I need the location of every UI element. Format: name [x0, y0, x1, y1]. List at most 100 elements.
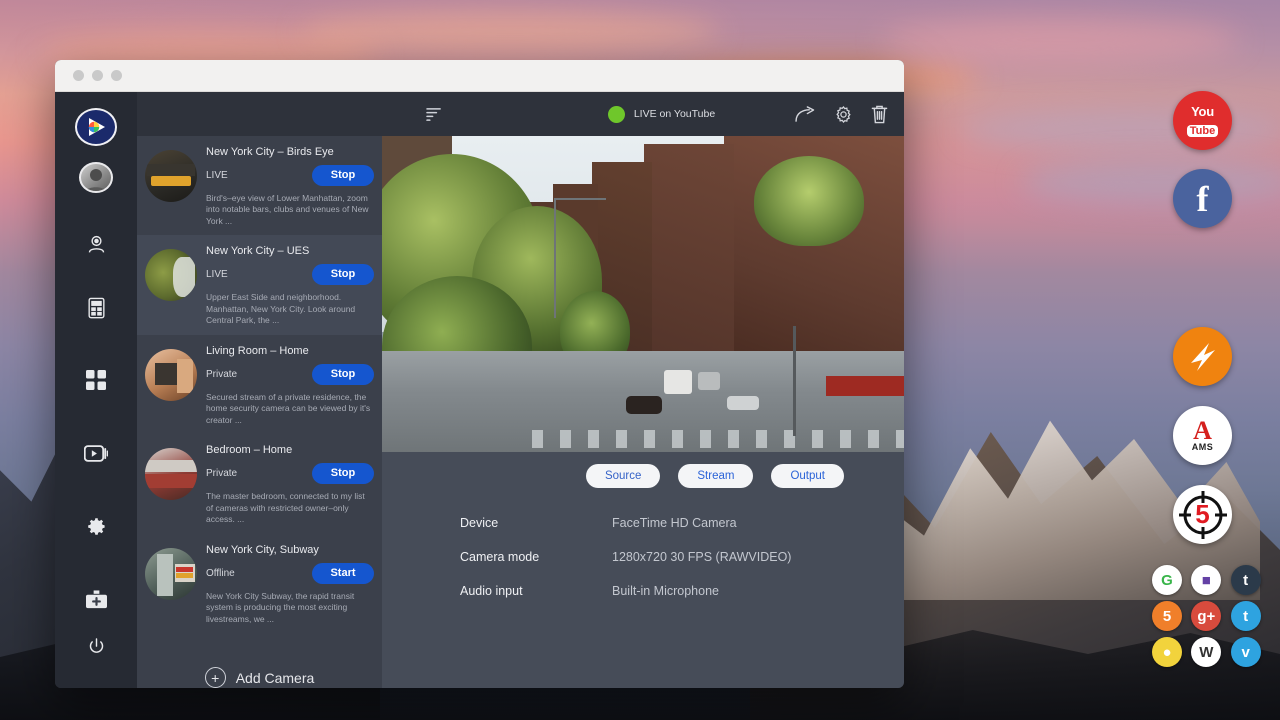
desktop-icon-wowza[interactable] — [1173, 327, 1232, 386]
camera-list-item[interactable]: New York City, Subway Offline Start New … — [137, 534, 382, 633]
mini-icon-twitch[interactable]: ■ — [1191, 565, 1221, 595]
main-panel: LIVE on YouTube — [382, 92, 904, 688]
mini-label-7: W — [1199, 644, 1213, 661]
camera-state: LIVE — [206, 170, 228, 181]
sidebar-item-settings[interactable] — [76, 509, 116, 545]
lightning-bolt-icon — [1183, 337, 1223, 377]
camera-info: New York City, Subway Offline Start New … — [206, 544, 374, 625]
mini-label-5: t — [1243, 608, 1248, 625]
settings-value[interactable]: FaceTime HD Camera — [612, 516, 737, 530]
camera-status-row: Private Stop — [206, 463, 374, 484]
add-camera-label: Add Camera — [236, 670, 315, 686]
desktop-icon-youtube[interactable]: You Tube — [1173, 91, 1232, 150]
preview-crosswalk — [532, 430, 904, 448]
settings-row: Camera mode 1280x720 30 FPS (RAWVIDEO) — [460, 550, 904, 564]
desktop: You Tube f A AMS 5 G ■ t 5 g+ t ● — [0, 0, 1280, 720]
camera-state: Private — [206, 369, 237, 380]
settings-label: Camera mode — [460, 550, 612, 564]
preview-car — [626, 396, 662, 414]
preview-car — [664, 370, 692, 394]
settings-value[interactable]: Built-in Microphone — [612, 584, 719, 598]
camera-state: Private — [206, 468, 237, 479]
add-box-icon — [85, 590, 108, 611]
camera-action-button[interactable]: Stop — [312, 264, 374, 285]
preview-car — [727, 396, 759, 410]
youtube-you-text: You — [1191, 104, 1214, 119]
mini-icon-snapchat[interactable]: ● — [1152, 637, 1182, 667]
camera-info: New York City – Birds Eye LIVE Stop Bird… — [206, 146, 374, 227]
mini-icon-tumblr[interactable]: t — [1231, 565, 1261, 595]
camera-action-button[interactable]: Start — [312, 563, 374, 584]
gear-icon[interactable] — [834, 105, 853, 124]
camera-list-column: New York City – Birds Eye LIVE Stop Bird… — [137, 92, 382, 688]
camera-description: Upper East Side and neighborhood. Manhat… — [206, 292, 374, 326]
camera-action-button[interactable]: Stop — [312, 463, 374, 484]
camera-list-item[interactable]: Bedroom – Home Private Stop The master b… — [137, 434, 382, 533]
camera-action-button[interactable]: Stop — [312, 165, 374, 186]
five-glyph: 5 — [1195, 499, 1209, 530]
sort-icon[interactable] — [426, 107, 443, 122]
play-logo-icon — [83, 114, 109, 140]
window-maximize-button[interactable] — [111, 70, 122, 81]
plus-circle-icon: + — [205, 667, 226, 688]
preview-building — [644, 144, 734, 359]
adobe-ams-label: AMS — [1192, 442, 1214, 452]
mini-label-8: v — [1241, 644, 1249, 661]
sidebar-item-logo[interactable] — [75, 108, 117, 146]
add-camera-button[interactable]: + Add Camera — [137, 633, 382, 688]
sidebar-item-profile[interactable] — [79, 162, 113, 193]
mini-icon-google-g[interactable]: G — [1152, 565, 1182, 595]
desktop-icon-facebook[interactable]: f — [1173, 169, 1232, 228]
settings-value[interactable]: 1280x720 30 FPS (RAWVIDEO) — [612, 550, 791, 564]
sidebar-item-plugins[interactable] — [76, 583, 116, 619]
camera-list-item[interactable]: New York City – UES LIVE Stop Upper East… — [137, 235, 382, 334]
camera-description: Secured stream of a private residence, t… — [206, 392, 374, 426]
gear-icon — [86, 516, 107, 537]
preview-car — [698, 372, 720, 390]
window-body: New York City – Birds Eye LIVE Stop Bird… — [55, 92, 904, 688]
sidebar-item-broadcasts[interactable] — [76, 435, 116, 471]
camera-list-item[interactable]: New York City – Birds Eye LIVE Stop Bird… — [137, 136, 382, 235]
camera-status-row: LIVE Stop — [206, 264, 374, 285]
avatar-icon — [81, 164, 111, 193]
camera-description: New York City Subway, the rapid transit … — [206, 591, 374, 625]
mini-icon-vimeo[interactable]: v — [1231, 637, 1261, 667]
tab-source[interactable]: Source — [586, 464, 660, 488]
desktop-icon-adobe-ams[interactable]: A AMS — [1173, 406, 1232, 465]
camera-title: New York City – UES — [206, 245, 374, 257]
video-preview[interactable] — [382, 136, 904, 452]
mini-icon-wordpress[interactable]: W — [1191, 637, 1221, 667]
settings-tabs: Source Stream Output — [382, 452, 904, 488]
camera-action-button[interactable]: Stop — [312, 364, 374, 385]
trash-icon[interactable] — [871, 105, 888, 124]
preview-street-lamp-arm — [554, 198, 606, 200]
mini-icon-five[interactable]: 5 — [1152, 601, 1182, 631]
mini-label-0: G — [1161, 572, 1173, 589]
share-icon[interactable] — [795, 106, 816, 123]
topbar-actions — [795, 105, 888, 124]
sidebar-item-dashboard[interactable] — [76, 362, 116, 398]
mini-label-3: 5 — [1163, 608, 1171, 625]
power-icon — [87, 637, 106, 656]
app-window: New York City – Birds Eye LIVE Stop Bird… — [55, 60, 904, 688]
tab-stream[interactable]: Stream — [678, 464, 753, 488]
camera-thumbnail — [145, 448, 197, 500]
window-close-button[interactable] — [73, 70, 84, 81]
tab-output[interactable]: Output — [771, 464, 844, 488]
camera-title: Living Room – Home — [206, 345, 374, 357]
desktop-icon-target-five[interactable]: 5 — [1173, 485, 1232, 544]
window-minimize-button[interactable] — [92, 70, 103, 81]
mini-label-2: t — [1243, 572, 1248, 589]
preview-awning — [826, 376, 904, 396]
preview-traffic-light — [793, 326, 796, 436]
settings-row: Audio input Built-in Microphone — [460, 584, 904, 598]
camera-list-item[interactable]: Living Room – Home Private Stop Secured … — [137, 335, 382, 434]
sidebar-item-reports[interactable] — [76, 290, 116, 326]
mini-icon-google-plus[interactable]: g+ — [1191, 601, 1221, 631]
sidebar-item-cameras[interactable] — [76, 227, 116, 263]
camera-status-row: Offline Start — [206, 563, 374, 584]
mini-icon-twitter[interactable]: t — [1231, 601, 1261, 631]
camera-list-header — [137, 92, 382, 136]
sidebar-item-power[interactable] — [76, 628, 116, 664]
topbar-left — [398, 107, 528, 122]
